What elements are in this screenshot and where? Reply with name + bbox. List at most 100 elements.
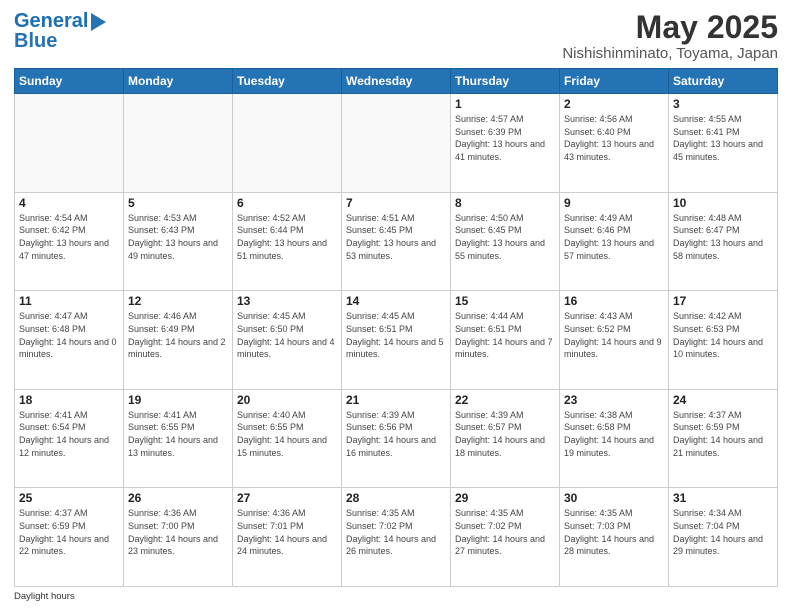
day-number: 30: [564, 491, 664, 505]
col-thursday: Thursday: [451, 69, 560, 94]
day-number: 28: [346, 491, 446, 505]
calendar-cell: 14Sunrise: 4:45 AMSunset: 6:51 PMDayligh…: [342, 291, 451, 390]
page: General Blue May 2025 Nishishinminato, T…: [0, 0, 792, 612]
calendar-cell: 21Sunrise: 4:39 AMSunset: 6:56 PMDayligh…: [342, 389, 451, 488]
day-info: Sunrise: 4:38 AMSunset: 6:58 PMDaylight:…: [564, 409, 664, 459]
day-number: 23: [564, 393, 664, 407]
day-number: 9: [564, 196, 664, 210]
day-number: 5: [128, 196, 228, 210]
calendar-cell: 23 Sunrise: 4:38 AMSunset: 6:58 PMDayligh…: [560, 389, 669, 488]
calendar-week-5: 25 Sunrise: 4:37 AMSunset: 6:59 PMDayligh…: [15, 488, 778, 587]
day-info: Sunrise: 4:45 AMSunset: 6:50 PMDaylight:…: [237, 310, 337, 360]
day-number: 20: [237, 393, 337, 407]
col-tuesday: Tuesday: [233, 69, 342, 94]
calendar-header: Sunday Monday Tuesday Wednesday Thursday…: [15, 69, 778, 94]
day-info: Sunrise: 4:36 AMSunset: 7:01 PMDaylight:…: [237, 507, 337, 557]
day-info: Sunrise: 4:35 AMSunset: 7:02 PMDaylight:…: [455, 507, 555, 557]
header-row: Sunday Monday Tuesday Wednesday Thursday…: [15, 69, 778, 94]
day-number: 3: [673, 97, 773, 111]
day-info: Sunrise: 4:50 AMSunset: 6:45 PMDaylight:…: [455, 212, 555, 262]
calendar-cell: 7Sunrise: 4:51 AMSunset: 6:45 PMDaylight…: [342, 192, 451, 291]
logo-text: General: [14, 10, 88, 32]
calendar-week-3: 11 Sunrise: 4:47 AMSunset: 6:48 PMDayligh…: [15, 291, 778, 390]
day-number: 31: [673, 491, 773, 505]
day-number: 1: [455, 97, 555, 111]
calendar-cell: 6 Sunrise: 4:52 AMSunset: 6:44 PMDaylight…: [233, 192, 342, 291]
calendar-cell: 5 Sunrise: 4:53 AMSunset: 6:43 PMDaylight…: [124, 192, 233, 291]
calendar-cell: 19 Sunrise: 4:41 AMSunset: 6:55 PMDayligh…: [124, 389, 233, 488]
day-number: 25: [19, 491, 119, 505]
col-saturday: Saturday: [669, 69, 778, 94]
day-info: Sunrise: 4:42 AMSunset: 6:53 PMDaylight:…: [673, 310, 773, 360]
calendar-cell: [342, 94, 451, 193]
calendar-cell: 27Sunrise: 4:36 AMSunset: 7:01 PMDayligh…: [233, 488, 342, 587]
day-info: Sunrise: 4:49 AMSunset: 6:46 PMDaylight:…: [564, 212, 664, 262]
calendar-cell: 15 Sunrise: 4:44 AMSunset: 6:51 PMDayligh…: [451, 291, 560, 390]
day-info: Sunrise: 4:47 AMSunset: 6:48 PMDaylight:…: [19, 310, 119, 360]
calendar-cell: 1 Sunrise: 4:57 AMSunset: 6:39 PMDaylight…: [451, 94, 560, 193]
day-info: Sunrise: 4:39 AMSunset: 6:56 PMDaylight:…: [346, 409, 446, 459]
day-info: Sunrise: 4:37 AMSunset: 6:59 PMDaylight:…: [19, 507, 119, 557]
day-number: 6: [237, 196, 337, 210]
calendar-title: May 2025: [562, 10, 778, 45]
calendar-cell: 4Sunrise: 4:54 AMSunset: 6:42 PMDaylight…: [15, 192, 124, 291]
day-number: 10: [673, 196, 773, 210]
day-number: 8: [455, 196, 555, 210]
calendar-table: Sunday Monday Tuesday Wednesday Thursday…: [14, 68, 778, 587]
day-info: Sunrise: 4:35 AMSunset: 7:03 PMDaylight:…: [564, 507, 664, 557]
day-number: 14: [346, 294, 446, 308]
day-number: 24: [673, 393, 773, 407]
day-info: Sunrise: 4:57 AMSunset: 6:39 PMDaylight:…: [455, 113, 555, 163]
day-number: 26: [128, 491, 228, 505]
day-info: Sunrise: 4:54 AMSunset: 6:42 PMDaylight:…: [19, 212, 119, 262]
calendar-week-2: 4Sunrise: 4:54 AMSunset: 6:42 PMDaylight…: [15, 192, 778, 291]
day-number: 16: [564, 294, 664, 308]
day-info: Sunrise: 4:34 AMSunset: 7:04 PMDaylight:…: [673, 507, 773, 557]
day-info: Sunrise: 4:48 AMSunset: 6:47 PMDaylight:…: [673, 212, 773, 262]
calendar-cell: 22 Sunrise: 4:39 AMSunset: 6:57 PMDayligh…: [451, 389, 560, 488]
day-info: Sunrise: 4:41 AMSunset: 6:55 PMDaylight:…: [128, 409, 228, 459]
calendar-cell: [15, 94, 124, 193]
day-info: Sunrise: 4:46 AMSunset: 6:49 PMDaylight:…: [128, 310, 228, 360]
calendar-cell: 17 Sunrise: 4:42 AMSunset: 6:53 PMDayligh…: [669, 291, 778, 390]
day-info: Sunrise: 4:36 AMSunset: 7:00 PMDaylight:…: [128, 507, 228, 557]
col-monday: Monday: [124, 69, 233, 94]
day-number: 13: [237, 294, 337, 308]
calendar-cell: 10 Sunrise: 4:48 AMSunset: 6:47 PMDayligh…: [669, 192, 778, 291]
calendar-week-1: 1 Sunrise: 4:57 AMSunset: 6:39 PMDaylight…: [15, 94, 778, 193]
calendar-cell: 25 Sunrise: 4:37 AMSunset: 6:59 PMDayligh…: [15, 488, 124, 587]
calendar-subtitle: Nishishinminato, Toyama, Japan: [562, 45, 778, 62]
calendar-cell: 11 Sunrise: 4:47 AMSunset: 6:48 PMDayligh…: [15, 291, 124, 390]
day-info: Sunrise: 4:53 AMSunset: 6:43 PMDaylight:…: [128, 212, 228, 262]
day-number: 29: [455, 491, 555, 505]
calendar-cell: 20 Sunrise: 4:40 AMSunset: 6:55 PMDayligh…: [233, 389, 342, 488]
calendar-cell: 26 Sunrise: 4:36 AMSunset: 7:00 PMDayligh…: [124, 488, 233, 587]
calendar-cell: [124, 94, 233, 193]
calendar-body: 1 Sunrise: 4:57 AMSunset: 6:39 PMDaylight…: [15, 94, 778, 587]
day-info: Sunrise: 4:35 AMSunset: 7:02 PMDaylight:…: [346, 507, 446, 557]
day-info: Sunrise: 4:41 AMSunset: 6:54 PMDaylight:…: [19, 409, 119, 459]
day-info: Sunrise: 4:51 AMSunset: 6:45 PMDaylight:…: [346, 212, 446, 262]
day-number: 19: [128, 393, 228, 407]
calendar-cell: [233, 94, 342, 193]
header: General Blue May 2025 Nishishinminato, T…: [14, 10, 778, 62]
calendar-cell: 28 Sunrise: 4:35 AMSunset: 7:02 PMDayligh…: [342, 488, 451, 587]
calendar-cell: 3Sunrise: 4:55 AMSunset: 6:41 PMDaylight…: [669, 94, 778, 193]
col-friday: Friday: [560, 69, 669, 94]
logo: General Blue: [14, 10, 106, 52]
calendar-cell: 30 Sunrise: 4:35 AMSunset: 7:03 PMDayligh…: [560, 488, 669, 587]
day-info: Sunrise: 4:52 AMSunset: 6:44 PMDaylight:…: [237, 212, 337, 262]
day-number: 22: [455, 393, 555, 407]
footer-note: Daylight hours: [14, 591, 778, 602]
title-block: May 2025 Nishishinminato, Toyama, Japan: [562, 10, 778, 62]
day-info: Sunrise: 4:44 AMSunset: 6:51 PMDaylight:…: [455, 310, 555, 360]
day-number: 17: [673, 294, 773, 308]
day-number: 15: [455, 294, 555, 308]
day-number: 12: [128, 294, 228, 308]
day-info: Sunrise: 4:43 AMSunset: 6:52 PMDaylight:…: [564, 310, 664, 360]
day-number: 11: [19, 294, 119, 308]
day-number: 18: [19, 393, 119, 407]
day-info: Sunrise: 4:40 AMSunset: 6:55 PMDaylight:…: [237, 409, 337, 459]
calendar-cell: 2Sunrise: 4:56 AMSunset: 6:40 PMDaylight…: [560, 94, 669, 193]
day-info: Sunrise: 4:39 AMSunset: 6:57 PMDaylight:…: [455, 409, 555, 459]
